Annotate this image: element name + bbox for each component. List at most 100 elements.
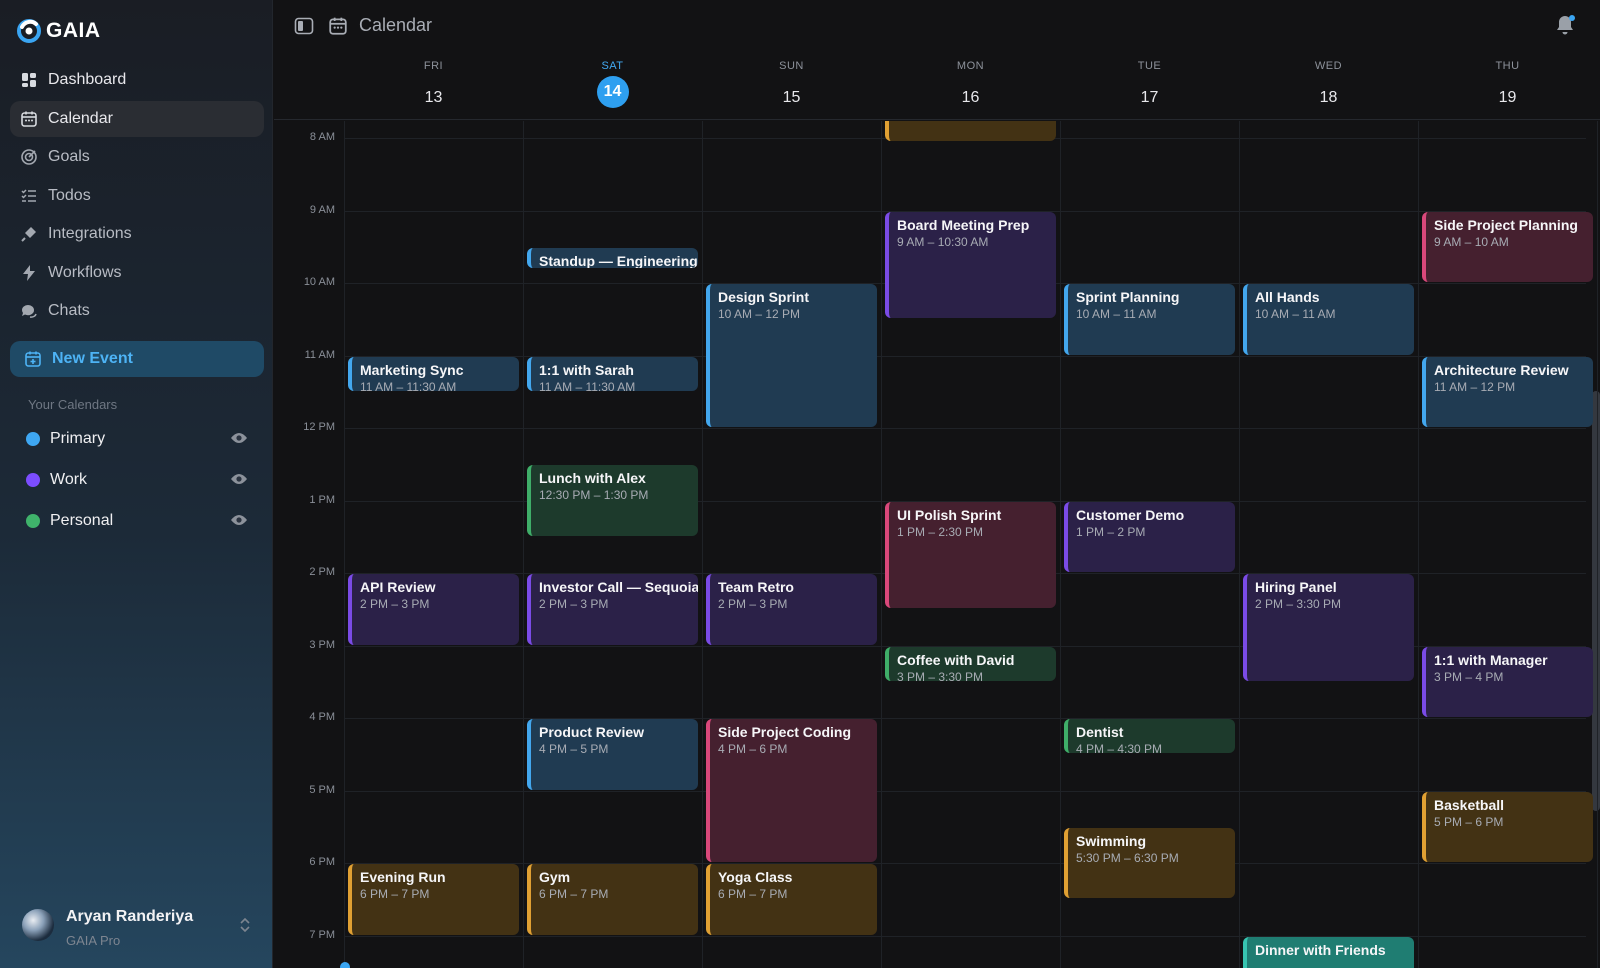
calendar-item-work[interactable]: Work (26, 459, 248, 500)
event-standup-engineering[interactable]: Standup — Engineering (527, 247, 698, 268)
calendar-list: Primary Work Personal (26, 418, 248, 541)
calendar-item-primary[interactable]: Primary (26, 418, 248, 459)
event-customer-demo[interactable]: Customer Demo 1 PM – 2 PM (1064, 501, 1235, 572)
day-number: 18 (1319, 89, 1338, 106)
day-column-divider (1060, 121, 1061, 968)
plug-icon (21, 227, 36, 242)
event-time: 2 PM – 3:30 PM (1255, 597, 1342, 611)
sidebar-item-workflows[interactable]: Workflows (10, 255, 264, 291)
vertical-scrollbar[interactable] (1592, 391, 1600, 811)
event-side-project-planning[interactable]: Side Project Planning 9 AM – 10 AM (1422, 211, 1593, 282)
calendar-plus-icon (25, 351, 41, 367)
time-label: 5 PM (309, 783, 335, 796)
event-title: Product Review (539, 724, 645, 740)
event-side-project-coding[interactable]: Side Project Coding 4 PM – 6 PM (706, 719, 877, 862)
sidebar-item-todos[interactable]: Todos (10, 178, 264, 214)
day-header-fri[interactable]: FRI 13 (344, 60, 523, 114)
new-event-label: New Event (52, 350, 133, 367)
event-title: All Hands (1255, 289, 1320, 305)
event-marketing-sync[interactable]: Marketing Sync 11 AM – 11:30 AM (348, 356, 519, 391)
day-header-thu[interactable]: THU 19 (1418, 60, 1597, 114)
event-lunch-with-alex[interactable]: Lunch with Alex 12:30 PM – 1:30 PM (527, 465, 698, 536)
event-time: 11 AM – 11:30 AM (360, 379, 457, 391)
event-title: Investor Call — Sequoia (539, 579, 698, 595)
event-team-retro[interactable]: Team Retro 2 PM – 3 PM (706, 574, 877, 645)
event-title: Team Retro (718, 579, 794, 595)
event-1-1-with-manager[interactable]: 1:1 with Manager 3 PM – 4 PM (1422, 646, 1593, 717)
event-all-hands[interactable]: All Hands 10 AM – 11 AM (1243, 284, 1414, 355)
new-event-button[interactable]: New Event (10, 341, 264, 377)
day-header-tue[interactable]: TUE 17 (1060, 60, 1239, 114)
event-board-meeting-prep[interactable]: Board Meeting Prep 9 AM – 10:30 AM (885, 211, 1056, 319)
sidebar-item-dashboard[interactable]: Dashboard (10, 62, 264, 98)
time-label: 4 PM (309, 711, 335, 723)
notification-bell-icon[interactable] (1554, 14, 1576, 36)
event-title: 1:1 with Manager (1434, 651, 1548, 668)
day-name: WED (1314, 60, 1343, 72)
day-header-mon[interactable]: MON 16 (881, 60, 1060, 114)
event-design-sprint[interactable]: Design Sprint 10 AM – 12 PM (706, 284, 877, 427)
day-header-sun[interactable]: SUN 15 (702, 60, 881, 114)
event-coffee-with-david[interactable]: Coffee with David 3 PM – 3:30 PM (885, 646, 1056, 681)
event-event[interactable] (885, 121, 1056, 141)
day-name: FRI (423, 60, 444, 72)
event-gym[interactable]: Gym 6 PM – 7 PM (527, 864, 698, 935)
event-time: 2 PM – 3 PM (539, 597, 609, 611)
event-api-review[interactable]: API Review 2 PM – 3 PM (348, 574, 519, 645)
sidebar-item-chats[interactable]: Chats (10, 293, 264, 329)
user-profile[interactable]: Aryan Randeriya GAIA Pro (22, 902, 252, 950)
event-title: Gym (539, 869, 571, 885)
time-label: 3 PM (309, 638, 335, 651)
event-time: 5 PM – 6 PM (1434, 814, 1504, 829)
day-header-sat[interactable]: SAT 14 (523, 60, 702, 108)
event-hiring-panel[interactable]: Hiring Panel 2 PM – 3:30 PM (1243, 574, 1414, 681)
event-title: Marketing Sync (360, 361, 464, 378)
day-column-divider (523, 121, 524, 968)
event-dentist[interactable]: Dentist 4 PM – 4:30 PM (1064, 719, 1235, 754)
event-time: 1 PM – 2 PM (1076, 524, 1146, 539)
day-header-wed[interactable]: WED 18 (1239, 60, 1418, 114)
event-title: Board Meeting Prep (897, 216, 1030, 233)
sidebar-item-goals[interactable]: Goals (10, 139, 264, 175)
day-number: 15 (782, 89, 801, 106)
event-swimming[interactable]: Swimming 5:30 PM – 6:30 PM (1064, 827, 1235, 899)
event-time: 6 PM – 7 PM (718, 887, 788, 901)
event-time: 4 PM – 6 PM (718, 742, 788, 756)
event-time: 6 PM – 7 PM (539, 887, 609, 901)
event-ui-polish-sprint[interactable]: UI Polish Sprint 1 PM – 2:30 PM (885, 501, 1056, 609)
event-title: Evening Run (360, 869, 446, 885)
event-product-review[interactable]: Product Review 4 PM – 5 PM (527, 719, 698, 790)
event-sprint-planning[interactable]: Sprint Planning 10 AM – 11 AM (1064, 284, 1235, 355)
chevron-up-down-icon[interactable] (238, 916, 252, 934)
event-time: 3 PM – 3:30 PM (897, 669, 984, 681)
event-time: 10 AM – 11 AM (1255, 307, 1336, 321)
day-name: SUN (779, 60, 804, 72)
day-number: 14 (596, 76, 629, 108)
eye-icon[interactable] (230, 513, 248, 527)
event-yoga-class[interactable]: Yoga Class 6 PM – 7 PM (706, 864, 877, 935)
eye-icon[interactable] (230, 431, 248, 445)
sidebar-item-calendar[interactable]: Calendar (10, 100, 264, 137)
event-dinner-with-friends[interactable]: Dinner with Friends (1243, 936, 1414, 968)
event-architecture-review[interactable]: Architecture Review 11 AM – 12 PM (1422, 356, 1593, 427)
sidebar-item-integrations[interactable]: Integrations (10, 216, 264, 252)
sidebar-toggle-icon[interactable] (294, 16, 314, 36)
brand[interactable]: GAIA (16, 18, 101, 44)
day-number: 13 (424, 89, 443, 106)
calendar-color-dot (26, 513, 40, 528)
checklist-icon (21, 188, 36, 202)
calendar-item-personal[interactable]: Personal (26, 500, 248, 541)
gaia-logo-icon (17, 19, 41, 43)
eye-icon[interactable] (230, 472, 248, 486)
event-basketball[interactable]: Basketball 5 PM – 6 PM (1422, 791, 1593, 862)
user-plan: GAIA Pro (66, 933, 121, 948)
event-investor-call-sequoia[interactable]: Investor Call — Sequoia 2 PM – 3 PM (527, 574, 698, 645)
sidebar-nav: Dashboard Calendar Goals Todos Integrati… (10, 62, 264, 332)
event-1-1-with-sarah[interactable]: 1:1 with Sarah 11 AM – 11:30 AM (527, 356, 698, 391)
day-column-divider (1597, 121, 1598, 968)
calendar-color-dot (26, 472, 40, 487)
event-evening-run[interactable]: Evening Run 6 PM – 7 PM (348, 864, 519, 935)
event-time: 11 AM – 11:30 AM (539, 379, 636, 391)
time-label: 8 AM (309, 131, 335, 143)
event-time: 10 AM – 12 PM (718, 307, 801, 321)
